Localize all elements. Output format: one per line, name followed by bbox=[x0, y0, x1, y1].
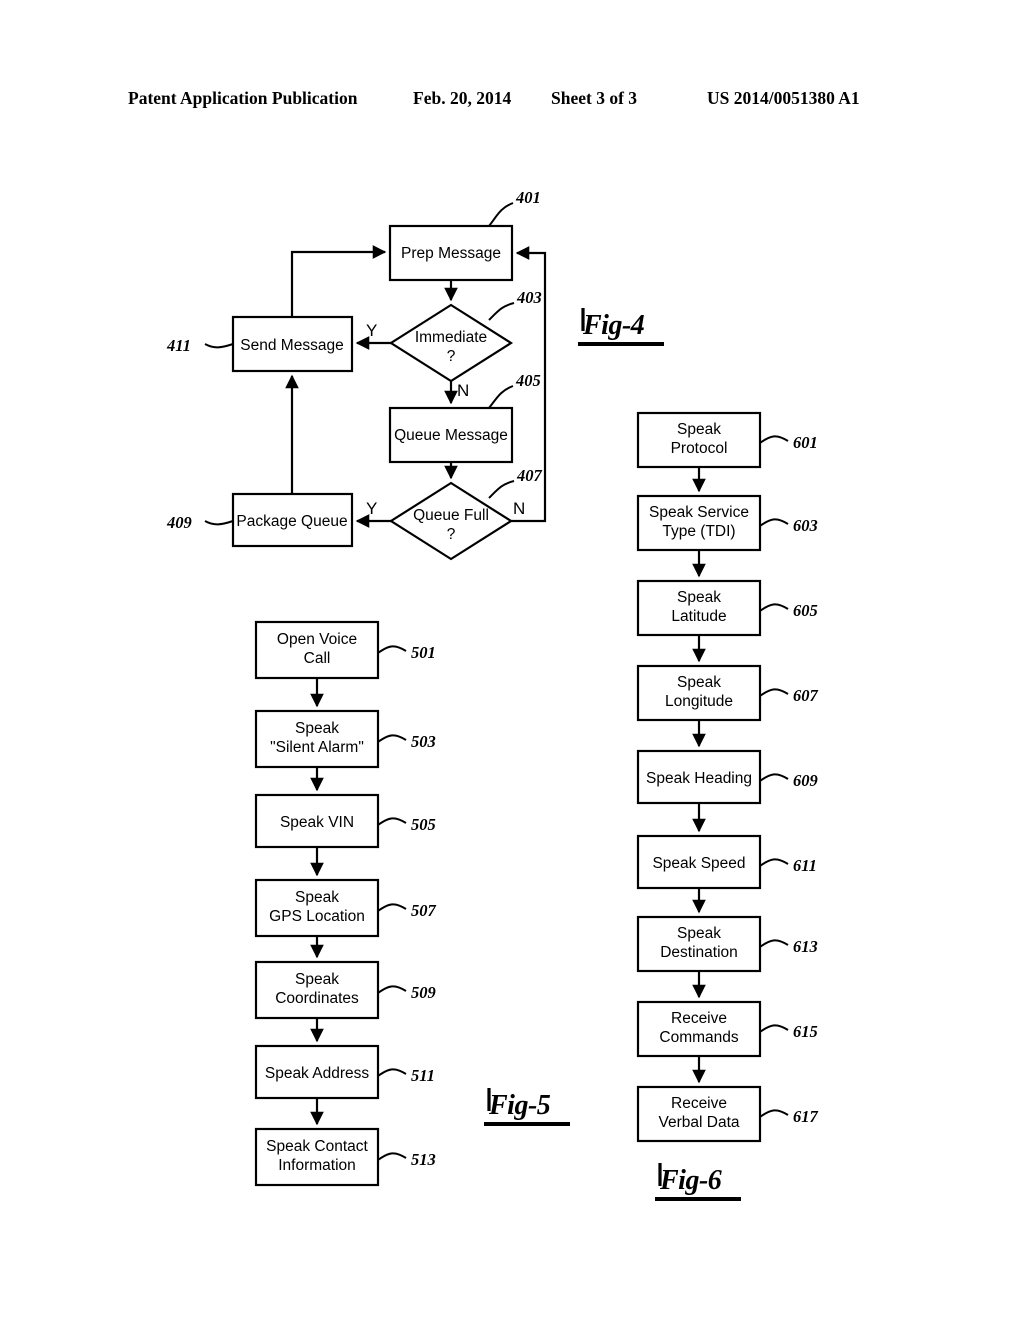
fig4-node-send-message-label: Send Message bbox=[240, 337, 343, 354]
fig6-node-speak-service-type: Speak Service Type (TDI) bbox=[636, 494, 762, 552]
fig6-node-speak-destination: Speak Destination bbox=[636, 915, 762, 973]
fig4-node-immediate-label: Immediate bbox=[415, 329, 487, 346]
fig4-caption-text: Fig-4 bbox=[582, 310, 645, 341]
figure-5: Open Voice Call 501 Speak "Silent Alarm"… bbox=[254, 620, 570, 1187]
fig5-ref-511: 511 bbox=[411, 1066, 435, 1085]
fig5-ref-501: 501 bbox=[411, 643, 436, 662]
fig5-node-501-line2: Call bbox=[304, 650, 331, 667]
patent-drawing-sheet: Prep Message 401 Immediate ? 403 Queue M… bbox=[0, 0, 1024, 1320]
fig5-node-513-line2: Information bbox=[278, 1157, 356, 1174]
fig6-node-607-line2: Longitude bbox=[665, 693, 733, 710]
fig4-ref-403: 403 bbox=[516, 288, 542, 307]
fig6-ref-601: 601 bbox=[793, 433, 818, 452]
fig4-node-prep-message-label: Prep Message bbox=[401, 245, 501, 262]
fig5-node-open-voice-call: Open Voice Call bbox=[254, 620, 380, 680]
fig6-node-601-line1: Speak bbox=[677, 421, 721, 438]
fig5-ref-513: 513 bbox=[411, 1150, 436, 1169]
fig5-node-513-line1: Speak Contact bbox=[266, 1138, 368, 1155]
figure-4: Prep Message 401 Immediate ? 403 Queue M… bbox=[166, 188, 664, 561]
fig6-node-speak-longitude: Speak Longitude bbox=[636, 664, 762, 722]
fig5-node-503-line2: "Silent Alarm" bbox=[270, 739, 364, 756]
fig4-node-immediate-qmark: ? bbox=[447, 348, 456, 365]
fig6-node-611-line1: Speak Speed bbox=[652, 855, 745, 872]
fig6-node-617-line2: Verbal Data bbox=[659, 1114, 740, 1131]
fig4-branch-immediate-no: N bbox=[457, 381, 469, 400]
fig5-node-507-line1: Speak bbox=[295, 889, 339, 906]
fig6-caption: Fig-6 bbox=[655, 1163, 741, 1201]
fig6-node-603-line1: Speak Service bbox=[649, 504, 749, 521]
fig4-branch-queuefull-no: N bbox=[513, 499, 525, 518]
fig5-node-speak-address: Speak Address bbox=[254, 1044, 380, 1100]
fig4-ref-401: 401 bbox=[515, 188, 541, 207]
fig6-node-speak-protocol: Speak Protocol bbox=[636, 411, 762, 469]
fig4-node-queue-full-label: Queue Full bbox=[413, 507, 489, 524]
fig6-node-613-line2: Destination bbox=[660, 944, 738, 961]
fig5-node-speak-contact-information: Speak Contact Information bbox=[254, 1127, 380, 1187]
fig6-node-601-line2: Protocol bbox=[671, 440, 728, 457]
fig4-caption: Fig-4 bbox=[578, 308, 664, 346]
fig4-branch-immediate-yes: Y bbox=[366, 321, 377, 340]
fig5-node-509-line1: Speak bbox=[295, 971, 339, 988]
fig6-node-speak-heading: Speak Heading bbox=[636, 749, 762, 805]
fig6-node-605-line2: Latitude bbox=[671, 608, 726, 625]
fig6-node-605-line1: Speak bbox=[677, 589, 721, 606]
fig6-node-609-line1: Speak Heading bbox=[646, 770, 752, 787]
fig6-ref-607: 607 bbox=[793, 686, 819, 705]
fig6-ref-603: 603 bbox=[793, 516, 818, 535]
fig6-node-603-line2: Type (TDI) bbox=[662, 523, 735, 540]
fig6-ref-609: 609 bbox=[793, 771, 818, 790]
fig6-node-receive-commands: Receive Commands bbox=[636, 1000, 762, 1058]
fig5-ref-507: 507 bbox=[411, 901, 437, 920]
fig6-ref-605: 605 bbox=[793, 601, 818, 620]
fig6-node-617-line1: Receive bbox=[671, 1095, 727, 1112]
fig6-node-speak-latitude: Speak Latitude bbox=[636, 579, 762, 637]
fig4-ref-405: 405 bbox=[515, 371, 541, 390]
fig5-caption-text: Fig-5 bbox=[488, 1090, 551, 1121]
fig6-node-speak-speed: Speak Speed bbox=[636, 834, 762, 890]
fig6-ref-615: 615 bbox=[793, 1022, 818, 1041]
fig4-ref-407: 407 bbox=[516, 466, 543, 485]
fig4-ref-411: 411 bbox=[166, 336, 191, 355]
fig4-ref-409: 409 bbox=[166, 513, 192, 532]
figure-6: Speak Protocol 601 Speak Service Type (T… bbox=[636, 411, 819, 1201]
fig6-node-615-line2: Commands bbox=[659, 1029, 738, 1046]
fig5-ref-503: 503 bbox=[411, 732, 436, 751]
fig5-node-509-line2: Coordinates bbox=[275, 990, 359, 1007]
fig5-ref-505: 505 bbox=[411, 815, 436, 834]
fig6-node-607-line1: Speak bbox=[677, 674, 721, 691]
fig5-node-505-line1: Speak VIN bbox=[280, 814, 354, 831]
fig6-ref-613: 613 bbox=[793, 937, 818, 956]
fig4-node-send-message: Send Message bbox=[231, 315, 354, 373]
fig6-node-615-line1: Receive bbox=[671, 1010, 727, 1027]
fig4-conn-send-to-prep bbox=[290, 245, 387, 317]
fig6-ref-617: 617 bbox=[793, 1107, 819, 1126]
fig5-node-speak-coordinates: Speak Coordinates bbox=[254, 960, 380, 1020]
fig4-node-package-queue: Package Queue bbox=[231, 492, 354, 548]
fig5-node-501-line1: Open Voice bbox=[277, 631, 357, 648]
fig4-node-queue-message: Queue Message bbox=[388, 406, 514, 464]
fig5-node-507-line2: GPS Location bbox=[269, 908, 365, 925]
fig4-branch-queuefull-yes: Y bbox=[366, 499, 377, 518]
fig5-node-503-line1: Speak bbox=[295, 720, 339, 737]
fig5-caption: Fig-5 bbox=[484, 1088, 570, 1126]
fig5-ref-509: 509 bbox=[411, 983, 436, 1002]
fig6-node-receive-verbal-data: Receive Verbal Data bbox=[636, 1085, 762, 1143]
fig5-node-speak-gps-location: Speak GPS Location bbox=[254, 878, 380, 938]
fig6-caption-text: Fig-6 bbox=[659, 1165, 722, 1196]
fig4-node-queue-full-qmark: ? bbox=[447, 526, 456, 543]
fig5-node-speak-silent-alarm: Speak "Silent Alarm" bbox=[254, 709, 380, 769]
fig5-node-511-line1: Speak Address bbox=[265, 1065, 370, 1082]
fig4-node-package-queue-label: Package Queue bbox=[236, 513, 347, 530]
fig5-node-speak-vin: Speak VIN bbox=[254, 793, 380, 849]
fig6-node-613-line1: Speak bbox=[677, 925, 721, 942]
fig6-ref-611: 611 bbox=[793, 856, 817, 875]
fig4-node-queue-message-label: Queue Message bbox=[394, 427, 508, 444]
fig4-node-prep-message: Prep Message bbox=[388, 224, 514, 282]
